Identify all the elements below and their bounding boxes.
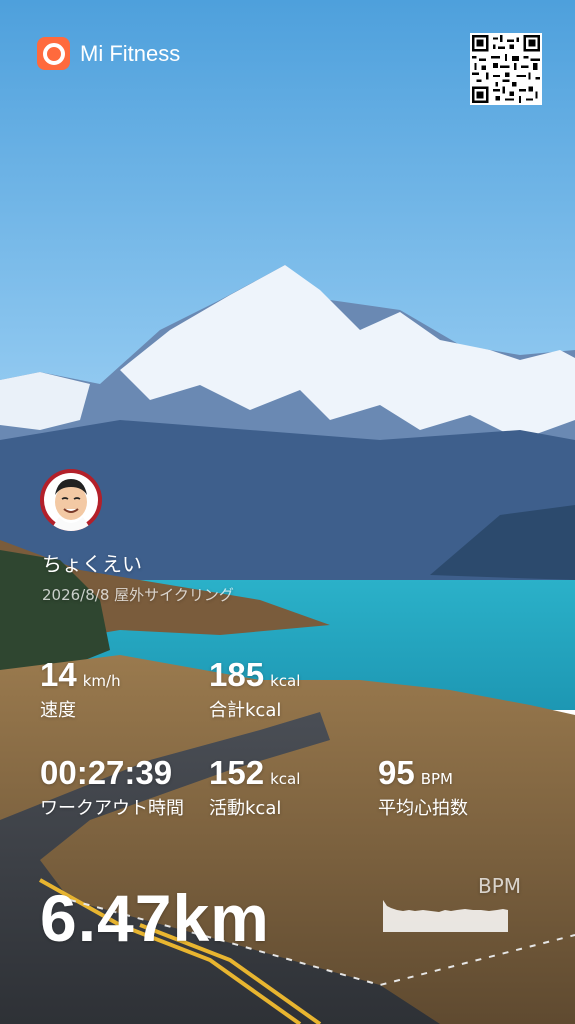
active-kcal-label: 活動kcal	[209, 798, 282, 819]
metric-speed: 14 km/h 速度	[40, 656, 121, 722]
total-kcal-unit: kcal	[270, 672, 301, 690]
workout-date-type: 2026/8/8 屋外サイクリング	[42, 584, 234, 605]
active-kcal-value: 152	[209, 754, 265, 791]
metric-avg-heart-rate: 95 BPM 平均心拍数	[378, 754, 468, 820]
speed-label: 速度	[40, 700, 76, 721]
workout-type: 屋外サイクリング	[114, 586, 234, 604]
distance-value: 6.47km	[40, 881, 270, 955]
speed-unit: km/h	[82, 672, 121, 690]
total-kcal-value: 185	[209, 656, 265, 693]
total-kcal-label: 合計kcal	[209, 700, 282, 721]
workout-date: 2026/8/8	[42, 586, 110, 604]
app-brand: Mi Fitness	[37, 37, 180, 70]
qr-code-icon	[470, 33, 542, 105]
avg-hr-value: 95	[378, 754, 415, 791]
user-name: ちょくえい	[42, 552, 142, 576]
mi-fitness-logo-icon	[37, 37, 70, 70]
avg-hr-label: 平均心拍数	[378, 798, 468, 819]
app-name: Mi Fitness	[80, 40, 181, 66]
heart-rate-sparkline	[383, 900, 508, 932]
metric-total-kcal: 185 kcal 合計kcal	[209, 656, 300, 722]
speed-value: 14	[40, 656, 77, 693]
avatar-cartoon-icon	[40, 469, 102, 531]
avg-hr-unit: BPM	[420, 770, 453, 788]
duration-label: ワークアウト時間	[40, 798, 184, 819]
hr-chart-label: BPM	[478, 874, 522, 898]
active-kcal-unit: kcal	[270, 770, 301, 788]
metric-active-kcal: 152 kcal 活動kcal	[209, 754, 300, 820]
metric-duration: 00:27:39 ワークアウト時間	[40, 754, 184, 820]
duration-value: 00:27:39	[40, 754, 173, 791]
